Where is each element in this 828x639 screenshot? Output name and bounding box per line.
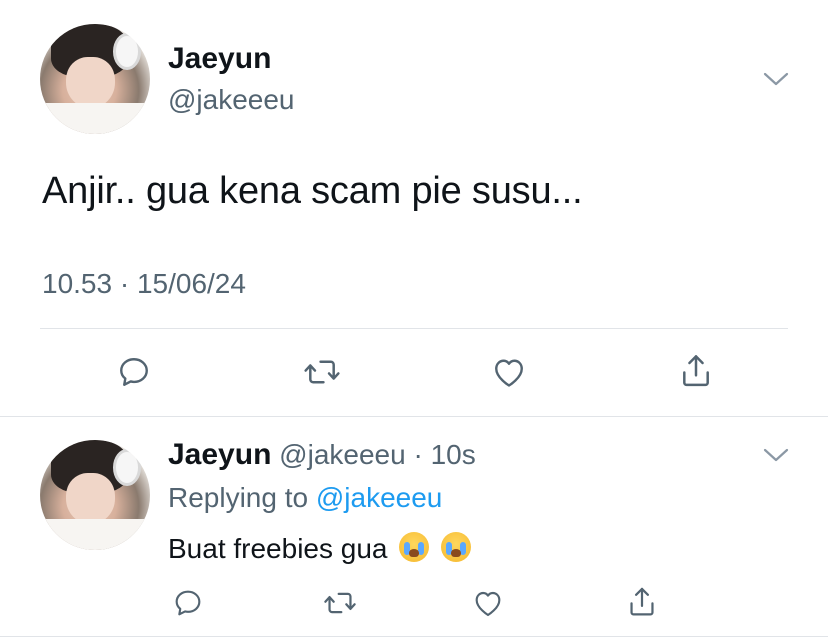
share-icon — [683, 355, 709, 387]
reply-icon — [120, 358, 148, 386]
avatar-face — [66, 57, 115, 108]
reply-header: Jaeyun @jakeeeu · 10s — [168, 438, 476, 472]
share-icon — [630, 587, 654, 616]
heart-icon — [475, 591, 501, 617]
time-separator: · — [413, 439, 423, 470]
loudly-crying-face-icon — [441, 532, 472, 562]
headphone-icon — [112, 448, 142, 487]
avatar-face — [66, 473, 115, 524]
retweet-button[interactable] — [298, 352, 346, 392]
replying-label: Replying to — [168, 482, 309, 513]
tweet-timestamp[interactable]: 10.53 · 15/06/24 — [42, 268, 246, 300]
share-button[interactable] — [674, 350, 718, 392]
reply-text-content: Buat freebies gua — [168, 533, 388, 564]
tweet-time[interactable]: 10s — [431, 439, 476, 470]
like-button[interactable] — [468, 584, 508, 622]
reply-button[interactable] — [112, 352, 156, 392]
tweet-text: Anjir.. gua kena scam pie susu... — [42, 170, 583, 212]
reply-icon — [175, 590, 201, 616]
share-button[interactable] — [622, 582, 662, 622]
reply-text: Buat freebies gua — [168, 532, 472, 565]
chevron-down-icon[interactable] — [762, 446, 790, 464]
headphone-icon — [112, 32, 142, 71]
display-name[interactable]: Jaeyun — [168, 42, 271, 76]
user-handle[interactable]: @jakeeeu — [168, 84, 295, 116]
like-button[interactable] — [487, 352, 531, 392]
divider — [40, 328, 788, 329]
replying-to: Replying to @jakeeeu — [168, 482, 442, 514]
retweet-button[interactable] — [318, 584, 362, 622]
retweet-icon — [324, 592, 356, 614]
replying-to-link[interactable]: @jakeeeu — [316, 482, 443, 513]
divider — [0, 416, 828, 417]
avatar-shirt — [40, 519, 150, 550]
user-handle[interactable]: @jakeeeu — [279, 439, 406, 470]
avatar[interactable] — [40, 440, 150, 550]
heart-icon — [495, 359, 523, 387]
divider — [0, 636, 828, 637]
retweet-icon — [304, 360, 340, 384]
chevron-down-icon[interactable] — [762, 70, 790, 88]
reply-button[interactable] — [168, 584, 208, 622]
loudly-crying-face-icon — [399, 532, 430, 562]
avatar-shirt — [40, 103, 150, 134]
display-name[interactable]: Jaeyun — [168, 438, 271, 471]
avatar[interactable] — [40, 24, 150, 134]
